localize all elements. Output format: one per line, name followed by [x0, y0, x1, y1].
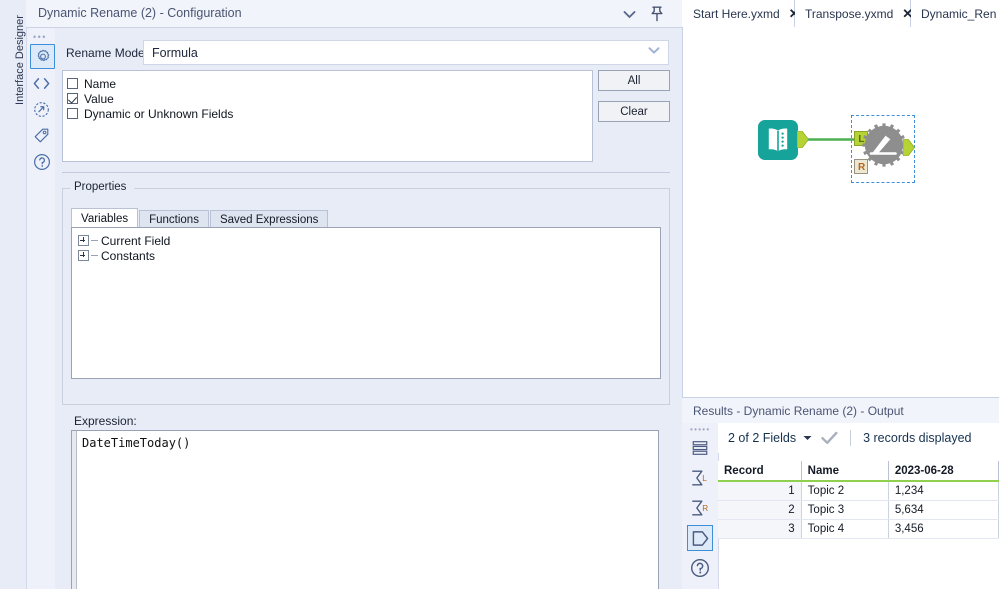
cell-value: 1,234	[888, 481, 999, 501]
cell-record: 3	[718, 519, 802, 539]
expression-editor[interactable]: DateTimeToday()	[71, 430, 659, 589]
properties-tabs: Variables Functions Saved Expressions	[71, 208, 329, 228]
expand-icon[interactable]	[78, 250, 89, 261]
properties-legend: Properties	[70, 181, 131, 193]
tree-connector	[91, 255, 98, 256]
interface-designer-label: Interface Designer	[14, 15, 26, 105]
svg-text:L: L	[702, 474, 707, 483]
cell-record: 1	[718, 481, 802, 501]
rename-mode-label: Rename Mode:	[66, 46, 149, 60]
select-all-button[interactable]: All	[598, 70, 670, 91]
caret-down-icon[interactable]	[803, 435, 812, 441]
tree-item-current-field[interactable]: Current Field	[78, 233, 170, 248]
column-header-record[interactable]: Record	[718, 461, 802, 482]
canvas-tab-start-here[interactable]: Start Here.yxmd ✕	[682, 0, 800, 27]
rail-drag-dots[interactable]: •••	[33, 32, 47, 42]
tab-label: Transpose.yxmd	[805, 6, 894, 21]
checkbox-name[interactable]	[67, 78, 78, 89]
results-panel: Results - Dynamic Rename (2) - Output ••…	[682, 397, 999, 589]
tab-saved-expressions[interactable]: Saved Expressions	[209, 210, 329, 228]
annotation-icon[interactable]	[30, 98, 53, 121]
cell-value: 5,634	[888, 500, 999, 520]
rename-mode-dropdown[interactable]: Formula	[143, 40, 669, 65]
checkbox-value[interactable]	[67, 93, 78, 104]
sigma-l-icon[interactable]: L	[687, 465, 713, 491]
field-label: Name	[84, 76, 117, 91]
rename-mode-value: Formula	[152, 46, 198, 60]
field-selection-list[interactable]: Name Value Dynamic or Unknown Fields	[62, 70, 593, 162]
table-row[interactable]: 1 Topic 2 1,234	[718, 481, 999, 501]
clear-selection-button[interactable]: Clear	[598, 101, 670, 122]
checkmark-icon[interactable]	[821, 431, 838, 445]
tab-label: Dynamic_Ren	[921, 6, 997, 21]
table-row[interactable]: 2 Topic 3 5,634	[718, 500, 999, 520]
gear-icon[interactable]	[30, 44, 55, 69]
config-panel-title: Dynamic Rename (2) - Configuration	[38, 6, 242, 20]
field-checkbox-row[interactable]: Value	[67, 91, 114, 106]
help-icon[interactable]	[30, 150, 53, 173]
results-data-table[interactable]: Record Name 2023-06-28 1 Topic 2 1,234 2…	[718, 461, 999, 589]
tree-connector	[91, 240, 98, 241]
canvas-tab-dynamic-rename[interactable]: Dynamic_Ren	[911, 0, 999, 27]
column-header-name[interactable]: Name	[801, 461, 889, 482]
alteryx-designer-window: Interface Designer Dynamic Rename (2) - …	[0, 0, 999, 589]
dynamic-rename-output-anchor[interactable]	[903, 139, 915, 156]
config-titlebar: Dynamic Rename (2) - Configuration	[26, 0, 682, 28]
config-icon-rail: •••	[27, 28, 55, 589]
help-icon[interactable]	[687, 555, 713, 581]
cell-name: Topic 4	[801, 519, 889, 539]
tree-item-label: Current Field	[101, 233, 171, 248]
tag-icon[interactable]	[30, 124, 53, 147]
output-anchor-icon[interactable]	[687, 525, 713, 551]
field-checkbox-row[interactable]: Name	[67, 76, 116, 91]
expand-icon[interactable]	[78, 235, 89, 246]
data-table-icon[interactable]	[687, 435, 713, 461]
tree-item-label: Constants	[101, 248, 156, 263]
configuration-panel: Interface Designer Dynamic Rename (2) - …	[0, 0, 682, 589]
records-displayed-label: 3 records displayed	[863, 431, 972, 445]
cell-value: 3,456	[888, 519, 999, 539]
tree-item-constants[interactable]: Constants	[78, 248, 155, 263]
data-grid[interactable]: Record Name 2023-06-28 1 Topic 2 1,234 2…	[718, 461, 999, 539]
input-data-tool[interactable]	[757, 119, 799, 161]
workflow-canvas[interactable]	[682, 27, 999, 397]
rail-drag-dots[interactable]: •••••	[690, 425, 711, 434]
checkbox-dynamic-unknown[interactable]	[67, 108, 78, 119]
sigma-r-icon[interactable]: R	[687, 495, 713, 521]
expression-text: DateTimeToday()	[82, 436, 191, 450]
field-label: Value	[84, 91, 114, 106]
workflow-connection[interactable]	[808, 138, 856, 141]
section-divider	[62, 172, 670, 173]
variables-tree[interactable]: Current Field Constants	[71, 227, 661, 379]
editor-gutter	[72, 431, 77, 589]
cell-name: Topic 2	[801, 481, 889, 501]
field-checkbox-row[interactable]: Dynamic or Unknown Fields	[67, 106, 233, 121]
table-row[interactable]: 3 Topic 4 3,456	[718, 519, 999, 539]
dynamic-rename-tool[interactable]	[861, 122, 907, 168]
results-panel-title: Results - Dynamic Rename (2) - Output	[693, 404, 904, 418]
pin-icon[interactable]	[648, 4, 666, 24]
tab-label: Start Here.yxmd	[693, 6, 780, 21]
canvas-tab-transpose[interactable]: Transpose.yxmd ✕	[795, 0, 913, 27]
expression-label: Expression:	[74, 414, 137, 428]
table-header-row: Record Name 2023-06-28	[718, 461, 999, 482]
toolbar-divider	[850, 430, 852, 446]
cell-name: Topic 3	[801, 500, 889, 520]
code-icon[interactable]	[30, 72, 53, 95]
interface-designer-strip[interactable]: Interface Designer	[0, 0, 27, 589]
svg-text:R: R	[702, 504, 708, 513]
properties-group: Properties Variables Functions Saved Exp…	[62, 181, 670, 405]
results-titlebar: Results - Dynamic Rename (2) - Output	[682, 397, 999, 425]
results-toolbar: 2 of 2 Fields 3 records displayed	[718, 423, 999, 453]
chevron-down-icon[interactable]	[648, 46, 660, 55]
results-icon-rail: ••••• L R	[682, 423, 719, 589]
tab-variables[interactable]: Variables	[71, 208, 139, 228]
fields-count-label[interactable]: 2 of 2 Fields	[728, 431, 796, 445]
field-label: Dynamic or Unknown Fields	[84, 106, 234, 121]
chevron-down-icon[interactable]	[620, 5, 638, 23]
tab-functions[interactable]: Functions	[139, 210, 209, 228]
canvas-tabbar: Start Here.yxmd ✕ Transpose.yxmd ✕ Dynam…	[682, 0, 999, 28]
column-header-date[interactable]: 2023-06-28	[888, 461, 999, 482]
cell-record: 2	[718, 500, 802, 520]
